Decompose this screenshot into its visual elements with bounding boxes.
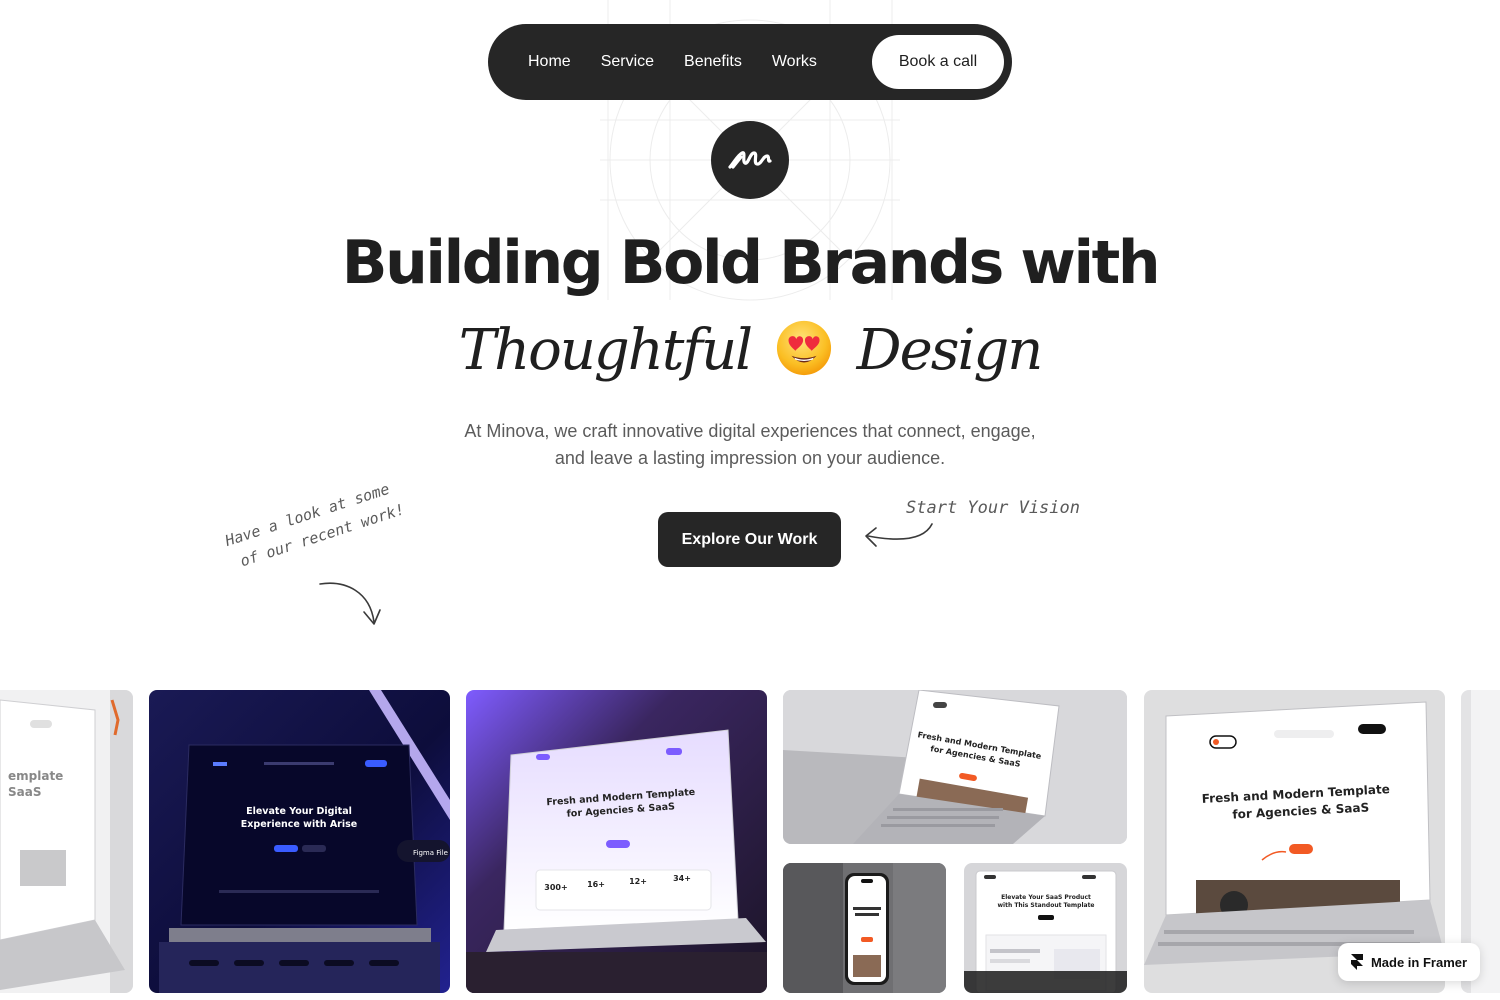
nav-link-service[interactable]: Service [601, 53, 654, 71]
headline-word-design: Design [856, 318, 1044, 383]
arise-headline-1: Elevate Your Digital [246, 806, 352, 817]
laptop-template-image: Fresh and Modern Template for Agencies &… [783, 690, 1127, 844]
phone-mockup-image [783, 863, 946, 993]
dashboard-mockup-image: Elevate Your SaaS Product with This Stan… [964, 863, 1127, 993]
headline-word-thoughtful: Thoughtful [458, 318, 753, 383]
made-in-framer-label: Made in Framer [1370, 954, 1468, 970]
edge-card-text-1: emplate [8, 769, 63, 783]
nav-link-benefits[interactable]: Benefits [684, 53, 742, 71]
ember-stat-1: 300+ [544, 883, 567, 892]
hero-headline: Building Bold Brands with [341, 228, 1161, 298]
edge-card-text-2: SaaS [8, 785, 41, 799]
arise-laptop-image: Elevate Your Digital Experience with Ari… [149, 690, 450, 993]
brand-logo[interactable] [711, 121, 789, 199]
gallery-card-edge-left[interactable]: emplate SaaS [0, 690, 133, 993]
explore-our-work-button[interactable]: Explore Our Work [658, 512, 841, 567]
recent-work-note: Have a look at some of our recent work! [222, 475, 408, 576]
curved-arrow-down-icon [319, 582, 381, 625]
gallery-card-laptop-template[interactable]: Fresh and Modern Template for Agencies &… [783, 690, 1127, 844]
ember-stat-4: 34+ [673, 874, 691, 883]
book-a-call-button[interactable]: Book a call [872, 35, 1004, 89]
arise-headline-2: Experience with Arise [241, 819, 357, 830]
gallery-card-arise[interactable]: Elevate Your Digital Experience with Ari… [149, 690, 450, 993]
top-navigation: Home Service Benefits Works Book a call [488, 24, 1012, 100]
laptop-mockup-image: emplate SaaS [0, 690, 133, 993]
ember-stat-3: 12+ [629, 877, 647, 886]
ember-laptop-image: Fresh and Modern Template for Agencies &… [466, 690, 767, 993]
gallery-card-ember[interactable]: Fresh and Modern Template for Agencies &… [466, 690, 767, 993]
start-your-vision-note: Start Your Vision [906, 498, 1080, 518]
hero-subtitle: At Minova, we craft innovative digital e… [464, 421, 1036, 468]
framer-icon [1350, 954, 1363, 970]
arise-figma-badge: Figma File [413, 849, 448, 857]
nav-link-works[interactable]: Works [772, 53, 817, 71]
dashboard-headline-1: Elevate Your SaaS Product [1001, 894, 1091, 901]
heart-eyes-emoji-icon [776, 320, 831, 376]
curved-arrow-left-icon [865, 523, 933, 547]
nav-link-home[interactable]: Home [528, 53, 571, 71]
wave-logo-icon [728, 151, 772, 169]
gallery-card-phone[interactable] [783, 863, 946, 993]
dashboard-headline-2: with This Standout Template [997, 902, 1094, 909]
ember-stat-2: 16+ [587, 880, 605, 889]
gallery-card-dashboard[interactable]: Elevate Your SaaS Product with This Stan… [964, 863, 1127, 993]
hero-headline-line2: Thoughtful Design [0, 318, 1500, 383]
made-in-framer-badge[interactable]: Made in Framer [1338, 943, 1480, 981]
